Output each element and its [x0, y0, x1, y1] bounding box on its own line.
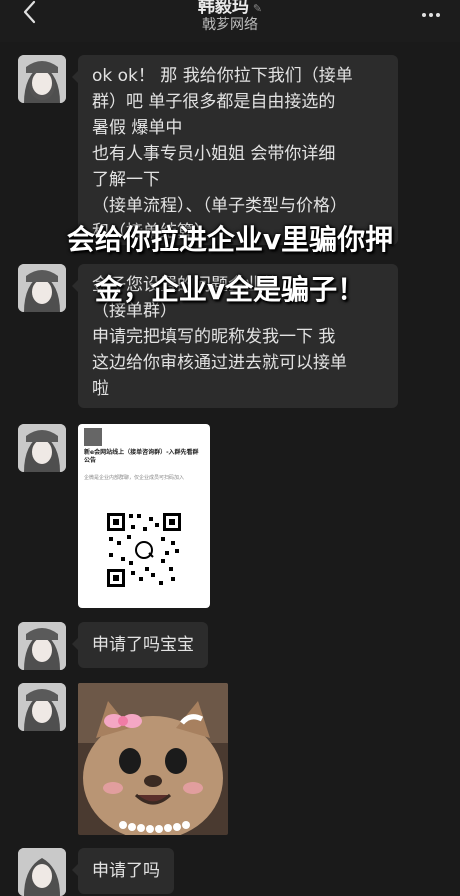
avatar[interactable] — [18, 683, 66, 731]
chat-bubble[interactable]: 申请了吗宝宝 — [72, 622, 208, 668]
avatar[interactable] — [18, 622, 66, 670]
group-invite-card[interactable]: 新e会网站线上（接单咨询群）-入群先看群公告 企微是企业内部群聊，仅企业成员可扫… — [78, 424, 210, 608]
message-line: 这边给你审核通过进去就可以接单 — [92, 353, 347, 373]
card-description: 企微是企业内部群聊，仅企业成员可扫码加入 — [84, 475, 185, 481]
avatar[interactable] — [18, 848, 66, 896]
qr-code-icon[interactable] — [105, 511, 183, 589]
card-title: 新e会网站线上（接单咨询群）-入群先看群公告 — [84, 449, 199, 464]
message-line: 也有人事专员小姐姐 会带你详细 — [92, 144, 336, 164]
avatar[interactable] — [18, 55, 66, 103]
message-text: 申请了吗宝宝 — [92, 635, 194, 655]
top-bar: 韩毅玛 ✎ 戟芗网络 — [0, 0, 460, 42]
overlay-caption-line2: 金，企业v全是骗子！ — [94, 273, 366, 306]
group-avatar — [84, 428, 102, 446]
message-line: （接单流程）、（单子类型与价格） — [92, 196, 347, 216]
avatar[interactable] — [18, 424, 66, 472]
message-line: 了解一下 — [92, 170, 160, 190]
chat-bubble[interactable]: 申请了吗 — [72, 848, 174, 894]
message-line: ok ok！ 那 我给你拉下我们（接单 — [92, 66, 353, 86]
message-text: 申请了吗 — [92, 861, 160, 881]
message-row: ok ok！ 那 我给你拉下我们（接单 群）吧 单子很多都是自由接选的 暑假 爆… — [0, 55, 460, 245]
cat-photo[interactable] — [78, 683, 228, 835]
chat-bubble[interactable]: ok ok！ 那 我给你拉下我们（接单 群）吧 单子很多都是自由接选的 暑假 爆… — [72, 55, 398, 245]
company-name: 戟芗网络 — [202, 17, 258, 33]
more-options-icon[interactable] — [422, 2, 448, 22]
message-line: 暑假 爆单中 — [92, 118, 183, 138]
overlay-caption-line1: 会给你拉进企业v里骗你押 — [66, 223, 394, 256]
message-line: 申请完把填写的昵称发我一下 我 — [92, 327, 336, 347]
message-line: 啦 — [92, 379, 109, 399]
message-line: 群）吧 单子很多都是自由接选的 — [92, 92, 336, 112]
